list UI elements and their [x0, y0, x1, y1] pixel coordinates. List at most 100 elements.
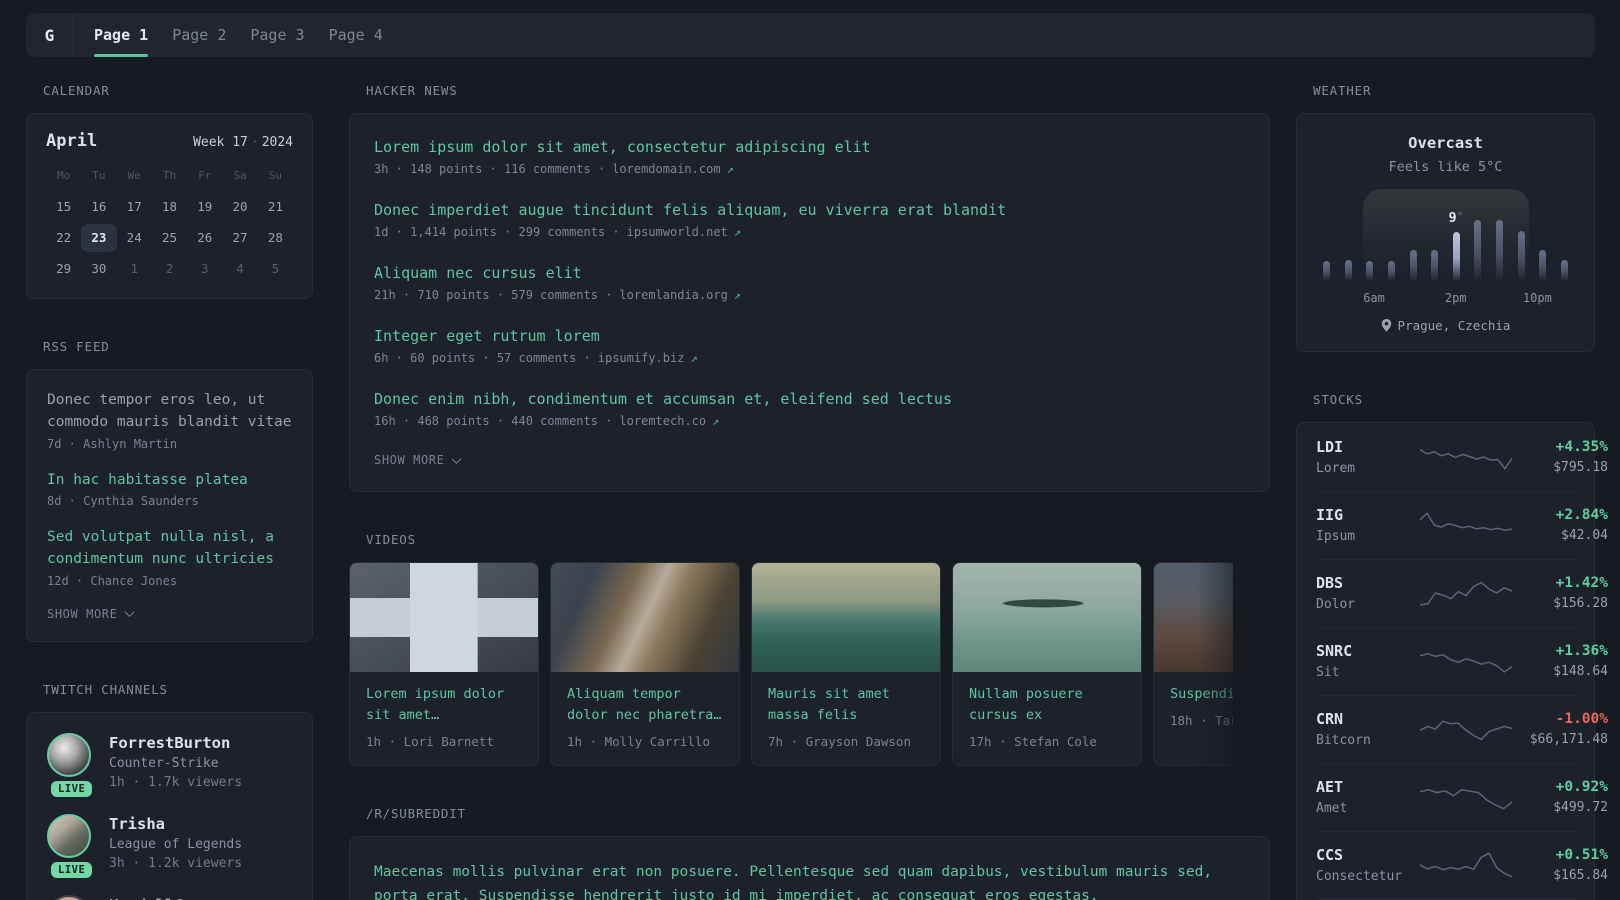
- avatar[interactable]: [47, 894, 91, 900]
- calendar-day-next-month[interactable]: 3: [187, 255, 222, 283]
- weekday-label: Mo: [57, 169, 71, 182]
- avatar[interactable]: [47, 732, 91, 777]
- tab-page-2[interactable]: Page 2: [172, 13, 226, 57]
- video-thumbnail[interactable]: [1154, 563, 1233, 672]
- twitch-channel-name[interactable]: Trisha: [109, 815, 242, 833]
- hn-story-title[interactable]: Lorem ipsum dolor sit amet, consectetur …: [374, 138, 1245, 156]
- video-card[interactable]: Suspendisse diam 18h · Tara: [1153, 562, 1233, 766]
- stock-change: +0.92%: [1555, 779, 1608, 795]
- calendar-year: 2024: [261, 135, 293, 150]
- video-meta: 18h · Tara: [1170, 712, 1233, 728]
- hn-story-domain[interactable]: loremlandia.org: [619, 288, 727, 302]
- tab-page-1[interactable]: Page 1: [94, 13, 149, 57]
- hn-story-title[interactable]: Integer eget rutrum lorem: [374, 327, 1245, 345]
- hn-story-title[interactable]: Donec enim nibh, condimentum et accumsan…: [374, 390, 1245, 408]
- video-title[interactable]: Nullam posuere cursus ex: [969, 684, 1125, 726]
- twitch-channel-name[interactable]: ForrestBurton: [109, 734, 242, 752]
- twitch-channel-meta: 3h · 1.2k viewers: [109, 855, 243, 871]
- calendar-day[interactable]: 20: [222, 193, 257, 221]
- calendar-day[interactable]: 21: [258, 193, 293, 221]
- hn-story-title[interactable]: Donec imperdiet augue tincidunt felis al…: [374, 201, 1245, 219]
- video-thumbnail[interactable]: [551, 563, 739, 672]
- stock-name: Ipsum: [1316, 529, 1356, 544]
- avatar[interactable]: [47, 813, 91, 858]
- weather-section-title: WEATHER: [1313, 83, 1372, 98]
- video-title[interactable]: Mauris sit amet massa felis: [768, 684, 924, 726]
- calendar-day[interactable]: 17: [117, 193, 152, 221]
- hn-story-domain[interactable]: loremdomain.com: [612, 162, 720, 176]
- stock-symbol[interactable]: CCS: [1316, 846, 1420, 864]
- stock-row: CRN Bitcorn -1.00% $66,171.48: [1316, 695, 1608, 763]
- hn-story-domain[interactable]: ipsumworld.net: [627, 225, 728, 239]
- video-card[interactable]: Lorem ipsum dolor sit amet consectetu… 1…: [349, 562, 539, 766]
- stock-symbol[interactable]: IIG: [1316, 506, 1420, 524]
- video-thumbnail[interactable]: [953, 563, 1141, 672]
- calendar-day[interactable]: 27: [222, 224, 257, 252]
- video-card[interactable]: Mauris sit amet massa felis 7h · Grayson…: [751, 562, 941, 766]
- weather-bar: [1323, 261, 1330, 281]
- stock-symbol[interactable]: DBS: [1316, 574, 1420, 592]
- twitch-avatar-wrap: LIVE: [47, 732, 93, 797]
- video-thumbnail[interactable]: [350, 563, 538, 672]
- videos-section: VIDEOS Lorem ipsum dolor sit amet consec…: [349, 532, 1270, 766]
- tab-page-3[interactable]: Page 3: [250, 13, 304, 57]
- rss-item-title[interactable]: Sed volutpat nulla nisl, a condimentum n…: [47, 527, 292, 571]
- hn-story-domain[interactable]: ipsumify.biz: [598, 351, 685, 365]
- external-link-icon[interactable]: ↗: [734, 288, 741, 302]
- calendar-day-next-month[interactable]: 2: [152, 255, 187, 283]
- calendar-day[interactable]: 25: [152, 224, 187, 252]
- external-link-icon[interactable]: ↗: [734, 225, 741, 239]
- weather-location[interactable]: Prague, Czechia: [1317, 318, 1574, 333]
- stock-name: Bitcorn: [1316, 733, 1371, 748]
- calendar-day[interactable]: 19: [187, 193, 222, 221]
- hacker-news-section-title: HACKER NEWS: [366, 83, 458, 98]
- app-logo[interactable]: G: [26, 13, 73, 57]
- video-title[interactable]: Aliquam tempor dolor nec pharetra…: [567, 684, 723, 726]
- hn-story-domain[interactable]: loremtech.co: [619, 414, 706, 428]
- stock-sparkline: [1420, 577, 1512, 609]
- dashboard-page: G Page 1 Page 2 Page 3 Page 4 CALENDAR A…: [0, 0, 1620, 900]
- weather-time-labels: 6am 2pm 10pm: [1323, 289, 1568, 305]
- stock-symbol[interactable]: LDI: [1316, 438, 1420, 456]
- calendar-day[interactable]: 22: [46, 224, 81, 252]
- twitch-channel-category[interactable]: League of Legends: [109, 837, 242, 852]
- stock-symbol[interactable]: CRN: [1316, 710, 1420, 728]
- external-link-icon[interactable]: ↗: [727, 162, 734, 176]
- calendar-day-selected[interactable]: 23: [81, 224, 117, 252]
- hn-show-more-button[interactable]: SHOW MORE: [374, 453, 1245, 467]
- left-column: CALENDAR April Week 17 · 2024 Mo Tu We Th …: [26, 83, 313, 900]
- calendar-day[interactable]: 18: [152, 193, 187, 221]
- calendar-day[interactable]: 26: [187, 224, 222, 252]
- stock-row: CCS Consectetur +0.51% $165.84: [1316, 831, 1608, 899]
- rss-item-title[interactable]: In hac habitasse platea: [47, 470, 292, 492]
- external-link-icon[interactable]: ↗: [712, 414, 719, 428]
- rss-item-title[interactable]: Donec tempor eros leo, ut commodo mauris…: [47, 390, 292, 434]
- video-card[interactable]: Nullam posuere cursus ex 17h · Stefan Co…: [952, 562, 1142, 766]
- calendar-day-next-month[interactable]: 1: [117, 255, 152, 283]
- calendar-day-next-month[interactable]: 5: [258, 255, 293, 283]
- twitch-channel-name[interactable]: KendallCarr: [109, 896, 212, 900]
- stock-price: $165.84: [1553, 868, 1608, 883]
- video-card[interactable]: Aliquam tempor dolor nec pharetra… 1h · …: [550, 562, 740, 766]
- video-title[interactable]: Suspendisse diam: [1170, 684, 1233, 705]
- weekday-label: Tu: [92, 169, 106, 182]
- calendar-day-next-month[interactable]: 4: [222, 255, 257, 283]
- rss-item-meta: 12d · Chance Jones: [47, 573, 178, 588]
- calendar-day[interactable]: 29: [46, 255, 81, 283]
- stock-symbol[interactable]: SNRC: [1316, 642, 1420, 660]
- calendar-week-label: Week 17: [193, 135, 248, 150]
- tab-page-4[interactable]: Page 4: [329, 13, 383, 57]
- hn-story-title[interactable]: Aliquam nec cursus elit: [374, 264, 1245, 282]
- calendar-day[interactable]: 28: [258, 224, 293, 252]
- external-link-icon[interactable]: ↗: [690, 351, 697, 365]
- calendar-day[interactable]: 16: [81, 193, 116, 221]
- video-thumbnail[interactable]: [752, 563, 940, 672]
- reddit-post-title[interactable]: Maecenas mollis pulvinar erat non posuer…: [374, 861, 1245, 900]
- rss-show-more-button[interactable]: SHOW MORE: [47, 607, 292, 621]
- calendar-day[interactable]: 15: [46, 193, 81, 221]
- calendar-day[interactable]: 24: [117, 224, 152, 252]
- stock-symbol[interactable]: AET: [1316, 778, 1420, 796]
- twitch-channel-category[interactable]: Counter-Strike: [109, 756, 242, 771]
- video-title[interactable]: Lorem ipsum dolor sit amet consectetu…: [366, 684, 522, 726]
- calendar-day[interactable]: 30: [81, 255, 116, 283]
